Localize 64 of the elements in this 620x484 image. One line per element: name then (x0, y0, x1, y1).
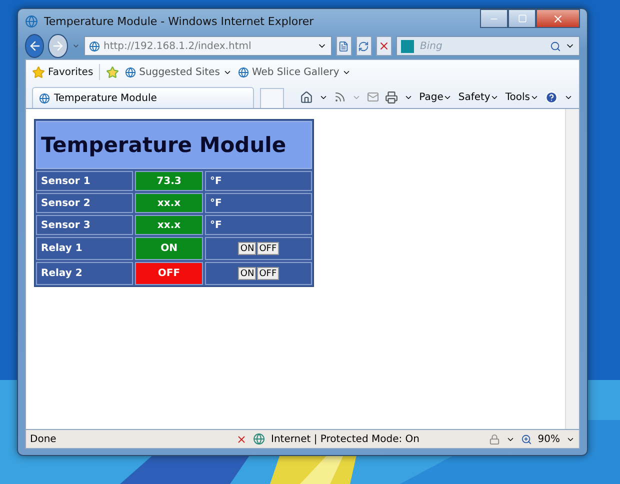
home-icon[interactable] (300, 90, 314, 104)
favorites-bar-item[interactable]: Web Slice Gallery (238, 66, 352, 78)
page-icon (88, 40, 100, 52)
row-label: Relay 2 (36, 262, 133, 285)
window-title: Temperature Module - Windows Internet Explorer (44, 14, 315, 28)
stop-button[interactable] (376, 36, 392, 56)
lock-icon[interactable] (488, 434, 500, 444)
row-label: Sensor 1 (36, 171, 133, 191)
unit-cell: °F (205, 215, 312, 235)
close-icon (552, 12, 564, 24)
search-field[interactable]: Bing (396, 36, 580, 56)
forward-button[interactable] (48, 34, 68, 58)
status-text: Done (30, 434, 58, 444)
refresh-icon (358, 40, 370, 52)
stop-icon (378, 40, 390, 52)
back-button[interactable] (25, 34, 44, 58)
maximize-button[interactable] (508, 9, 536, 28)
document-icon (338, 40, 350, 52)
value-cell: 73.3 (135, 171, 203, 191)
unit-cell: °F (205, 171, 312, 191)
help-icon[interactable] (545, 90, 558, 104)
security-zone: Internet | Protected Mode: On (271, 434, 420, 444)
relay-button[interactable]: OFF (257, 242, 279, 255)
favorites-bar-item[interactable]: Suggested Sites (125, 66, 232, 78)
blocked-icon (236, 434, 247, 444)
globe-icon (253, 433, 265, 445)
relay-button[interactable]: ON (238, 242, 256, 255)
value-cell: xx.x (135, 215, 203, 235)
zoom-level[interactable]: 90% (538, 434, 560, 444)
value-cell: xx.x (135, 193, 203, 213)
unit-cell: °F (205, 193, 312, 213)
row-label: Relay 1 (36, 237, 133, 260)
search-provider-icon (401, 40, 414, 52)
value-cell: OFF (135, 262, 203, 285)
close-button[interactable] (536, 9, 580, 28)
mail-icon[interactable] (367, 91, 380, 103)
command-menu[interactable]: Tools (505, 92, 539, 102)
relay-button[interactable]: ON (238, 267, 256, 280)
page-icon (125, 66, 136, 78)
star-icon (32, 66, 45, 78)
value-cell: ON (135, 237, 203, 260)
zoom-icon[interactable] (520, 434, 532, 444)
page-heading: Temperature Module (36, 121, 312, 169)
browser-tab[interactable]: Temperature Module (32, 87, 254, 108)
command-menu[interactable]: Safety (458, 92, 500, 102)
favorites-bar-item[interactable]: Favorites (32, 66, 94, 78)
feed-icon[interactable] (334, 91, 346, 103)
page-icon (39, 92, 50, 104)
row-label: Sensor 2 (36, 193, 133, 213)
address-field[interactable]: http://192.168.1.2/index.html (84, 36, 332, 56)
maximize-icon (518, 14, 526, 23)
print-icon[interactable] (385, 90, 398, 104)
relay-button[interactable]: OFF (257, 267, 279, 280)
address-text: http://192.168.1.2/index.html (104, 40, 252, 52)
refresh-button[interactable] (356, 36, 372, 56)
page-icon (238, 66, 249, 78)
minimize-button[interactable] (480, 9, 508, 28)
scrollbar[interactable] (565, 109, 579, 429)
search-icon[interactable] (550, 40, 562, 52)
command-menu[interactable]: Page (419, 92, 452, 102)
browser-icon (25, 14, 38, 28)
search-input[interactable]: Bing (418, 40, 546, 52)
row-label: Sensor 3 (36, 215, 133, 235)
compatibility-button[interactable] (336, 36, 352, 56)
